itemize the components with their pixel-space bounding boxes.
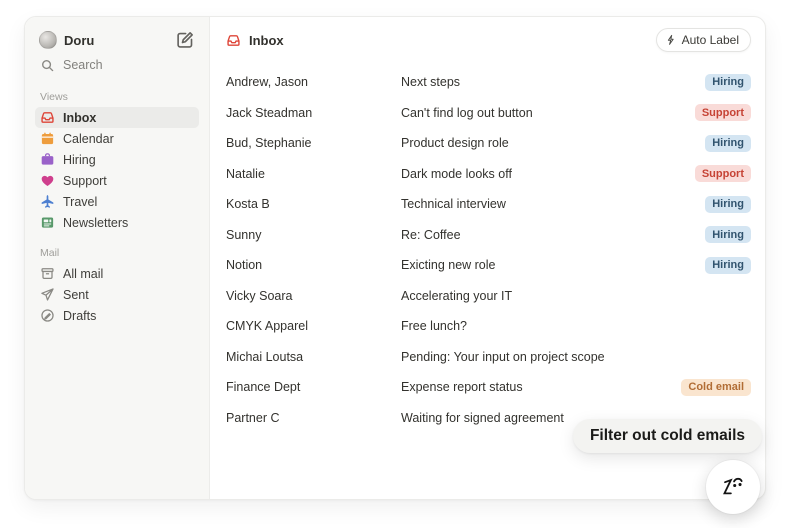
email-subject: Pending: Your input on project scope — [401, 350, 751, 364]
email-subject: Expense report status — [401, 380, 681, 394]
email-subject: Free lunch? — [401, 319, 751, 333]
auto-label-button[interactable]: Auto Label — [656, 28, 751, 52]
email-subject: Accelerating your IT — [401, 289, 751, 303]
email-label-badge: Hiring — [705, 226, 751, 243]
search-input[interactable]: Search — [35, 53, 199, 77]
sidebar-item-sent[interactable]: Sent — [35, 284, 199, 305]
calendar-icon — [40, 131, 55, 146]
sidebar-item-label: Newsletters — [63, 216, 128, 230]
email-label-badge: Hiring — [705, 135, 751, 152]
sidebar-item-all-mail[interactable]: All mail — [35, 263, 199, 284]
email-list: Andrew, Jason Next steps Hiring Jack Ste… — [226, 67, 751, 433]
agent-tooltip: Filter out cold emails — [573, 419, 762, 453]
email-subject: Next steps — [401, 75, 705, 89]
newspaper-icon — [40, 215, 55, 230]
doru-face-icon — [717, 471, 749, 503]
assistant-fab-button[interactable] — [706, 460, 760, 514]
email-subject: Dark mode looks off — [401, 167, 695, 181]
email-sender: Finance Dept — [226, 380, 401, 394]
sidebar-section-label: Mail — [40, 247, 199, 259]
email-row[interactable]: Jack Steadman Can't find log out button … — [226, 98, 751, 129]
email-row[interactable]: Andrew, Jason Next steps Hiring — [226, 67, 751, 98]
email-sender: Andrew, Jason — [226, 75, 401, 89]
email-label-badge: Cold email — [681, 379, 751, 396]
email-sender: CMYK Apparel — [226, 319, 401, 333]
email-sender: Vicky Soara — [226, 289, 401, 303]
sidebar-item-travel[interactable]: Travel — [35, 191, 199, 212]
auto-label-button-label: Auto Label — [682, 33, 739, 47]
email-row[interactable]: Bud, Stephanie Product design role Hirin… — [226, 128, 751, 159]
archive-icon — [40, 266, 55, 281]
avatar — [39, 31, 57, 49]
sidebar-item-label: Support — [63, 174, 107, 188]
email-row[interactable]: Natalie Dark mode looks off Support — [226, 159, 751, 190]
sidebar-item-label: Drafts — [63, 309, 96, 323]
email-row[interactable]: Vicky Soara Accelerating your IT — [226, 281, 751, 312]
email-subject: Technical interview — [401, 197, 705, 211]
paper-plane-icon — [40, 287, 55, 302]
email-sender: Notion — [226, 258, 401, 272]
email-subject: Exicting new role — [401, 258, 705, 272]
email-label-badge: Hiring — [705, 257, 751, 274]
email-sender: Jack Steadman — [226, 106, 401, 120]
search-placeholder: Search — [63, 58, 103, 72]
email-sender: Natalie — [226, 167, 401, 181]
search-icon — [40, 58, 55, 73]
inbox-icon — [40, 110, 55, 125]
sidebar-item-newsletters[interactable]: Newsletters — [35, 212, 199, 233]
sidebar-item-label: All mail — [63, 267, 103, 281]
sidebar-item-calendar[interactable]: Calendar — [35, 128, 199, 149]
compose-icon[interactable] — [175, 30, 195, 50]
zap-icon — [665, 34, 677, 46]
sidebar-item-inbox[interactable]: Inbox — [35, 107, 199, 128]
email-row[interactable]: CMYK Apparel Free lunch? — [226, 311, 751, 342]
inbox-icon — [226, 33, 241, 48]
email-row[interactable]: Michai Loutsa Pending: Your input on pro… — [226, 342, 751, 373]
sidebar-item-support[interactable]: Support — [35, 170, 199, 191]
email-label-badge: Hiring — [705, 74, 751, 91]
sidebar-item-label: Sent — [63, 288, 89, 302]
draft-pencil-icon — [40, 308, 55, 323]
sidebar-sections: Views Inbox Calendar Hiring Support Trav… — [35, 91, 199, 326]
heart-icon — [40, 173, 55, 188]
email-subject: Re: Coffee — [401, 228, 705, 242]
airplane-icon — [40, 194, 55, 209]
sidebar-item-hiring[interactable]: Hiring — [35, 149, 199, 170]
email-row[interactable]: Sunny Re: Coffee Hiring — [226, 220, 751, 251]
email-sender: Michai Loutsa — [226, 350, 401, 364]
email-sender: Kosta B — [226, 197, 401, 211]
email-row[interactable]: Finance Dept Expense report status Cold … — [226, 372, 751, 403]
email-sender: Bud, Stephanie — [226, 136, 401, 150]
email-label-badge: Support — [695, 104, 751, 121]
inbox-title: Inbox — [249, 33, 284, 48]
sidebar-item-drafts[interactable]: Drafts — [35, 305, 199, 326]
sidebar-item-label: Inbox — [63, 111, 96, 125]
email-row[interactable]: Notion Exicting new role Hiring — [226, 250, 751, 281]
email-label-badge: Hiring — [705, 196, 751, 213]
email-sender: Sunny — [226, 228, 401, 242]
sidebar-item-label: Calendar — [63, 132, 114, 146]
inbox-header: Inbox Auto Label — [226, 17, 751, 63]
email-subject: Product design role — [401, 136, 705, 150]
email-label-badge: Support — [695, 165, 751, 182]
email-subject: Can't find log out button — [401, 106, 695, 120]
sidebar-item-label: Hiring — [63, 153, 96, 167]
workspace-name: Doru — [64, 33, 94, 48]
sidebar-item-label: Travel — [63, 195, 97, 209]
workspace-switcher[interactable]: Doru — [35, 29, 199, 51]
sidebar: Doru Search Views Inbox Calendar Hiring … — [25, 17, 210, 499]
page: { "sidebar": { "user": { "name": "Doru" … — [0, 0, 800, 528]
email-sender: Partner C — [226, 411, 401, 425]
email-row[interactable]: Kosta B Technical interview Hiring — [226, 189, 751, 220]
briefcase-icon — [40, 152, 55, 167]
sidebar-section-label: Views — [40, 91, 199, 103]
